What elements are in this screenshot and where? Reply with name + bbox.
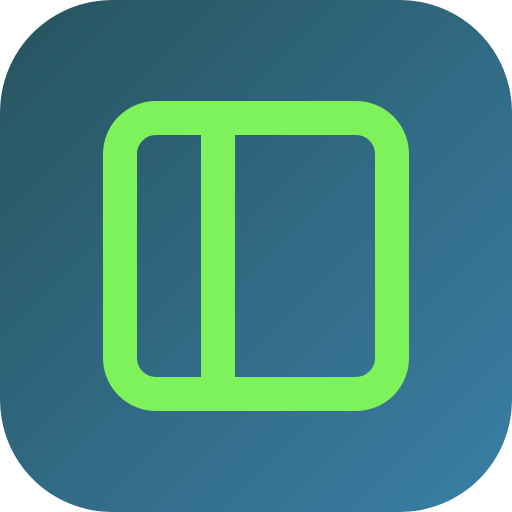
sidebar-panel-icon [0, 0, 512, 512]
app-icon-tile[interactable] [0, 0, 512, 512]
icon-background [0, 0, 512, 512]
